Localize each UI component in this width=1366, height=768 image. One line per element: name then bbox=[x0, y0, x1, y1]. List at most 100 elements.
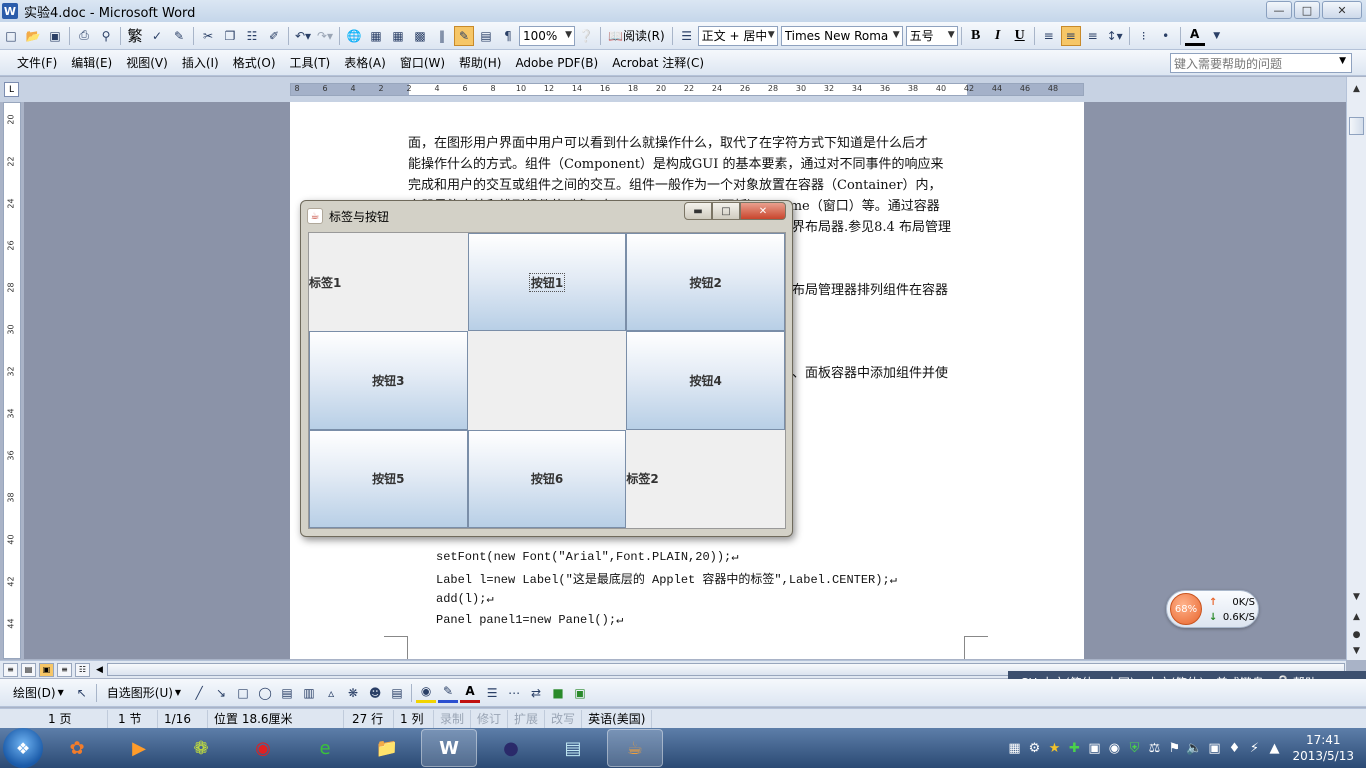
prev-page-icon[interactable]: ▲ bbox=[1349, 609, 1364, 624]
redo-icon[interactable]: ↷▾ bbox=[315, 26, 335, 46]
maximize-button[interactable]: □ bbox=[1294, 1, 1320, 19]
java-button[interactable]: 按钮4 bbox=[626, 331, 785, 430]
java-button[interactable]: 按钮2 bbox=[626, 233, 785, 332]
font-color-button[interactable]: A bbox=[1184, 26, 1205, 46]
close-button[interactable]: ✕ bbox=[1322, 1, 1362, 19]
tray-app-icon[interactable]: ♦ bbox=[1224, 741, 1244, 756]
rectangle-icon[interactable]: □ bbox=[233, 683, 253, 703]
tray-app-icon[interactable]: ✚ bbox=[1064, 741, 1084, 756]
cut-icon[interactable]: ✂ bbox=[198, 26, 218, 46]
web-view-icon[interactable]: ▤ bbox=[21, 662, 36, 677]
start-button[interactable]: ❖ bbox=[3, 728, 43, 768]
read-mode-button[interactable]: 📖 阅读(R) bbox=[605, 26, 668, 46]
minimize-button[interactable]: — bbox=[1266, 1, 1292, 19]
status-ext[interactable]: 扩展 bbox=[508, 709, 546, 728]
taskbar-media-player-icon[interactable]: ▶ bbox=[111, 729, 167, 767]
menu-adobe-pdf[interactable]: Adobe PDF(B) bbox=[508, 52, 605, 74]
draw-menu[interactable]: 绘图(D) ▼ bbox=[6, 682, 71, 704]
line-color-icon[interactable]: ✎ bbox=[438, 683, 459, 703]
vertical-textbox-icon[interactable]: ▥ bbox=[299, 683, 319, 703]
scroll-down-icon[interactable]: ▼ bbox=[1349, 589, 1364, 604]
print-preview-icon[interactable]: ⚲ bbox=[96, 26, 116, 46]
arrow-icon[interactable]: ↘ bbox=[211, 683, 231, 703]
font-size-select[interactable]: 五号 ▼ bbox=[905, 25, 958, 46]
shadow-icon[interactable]: ■ bbox=[548, 683, 568, 703]
scroll-left-icon[interactable]: ◀ bbox=[96, 665, 103, 675]
tray-power-icon[interactable]: ⚡ bbox=[1244, 741, 1264, 756]
diagram-icon[interactable]: ❋ bbox=[343, 683, 363, 703]
status-trk[interactable]: 修订 bbox=[471, 709, 509, 728]
java-button[interactable]: 按钮5 bbox=[309, 429, 468, 528]
help-search-input[interactable]: 键入需要帮助的问题 bbox=[1170, 53, 1352, 73]
tray-speaker-icon[interactable]: 🔈 bbox=[1184, 741, 1204, 756]
java-button[interactable]: 按钮1 bbox=[467, 233, 627, 332]
normal-view-icon[interactable]: ≡ bbox=[3, 662, 18, 677]
menu-format[interactable]: 格式(O) bbox=[226, 52, 283, 74]
tray-app-icon[interactable]: ⚙ bbox=[1024, 741, 1044, 756]
taskbar-app-red-icon[interactable]: ◉ bbox=[235, 729, 291, 767]
picture-icon[interactable]: ▤ bbox=[387, 683, 407, 703]
tray-flag-icon[interactable]: ⚑ bbox=[1164, 741, 1184, 756]
paste-icon[interactable]: ☷ bbox=[242, 26, 262, 46]
document-map-icon[interactable]: ▤ bbox=[476, 26, 496, 46]
zoom-select[interactable]: 100% ▼ bbox=[519, 25, 575, 46]
print-icon[interactable]: ⎙ bbox=[74, 26, 94, 46]
insert-table-icon[interactable]: ▦ bbox=[388, 26, 408, 46]
print-layout-icon[interactable]: ▣ bbox=[39, 662, 54, 677]
taskbar-notepad-icon[interactable]: ▤ bbox=[545, 729, 601, 767]
tray-star-icon[interactable]: ★ bbox=[1044, 741, 1064, 756]
styles-pane-icon[interactable]: ☰ bbox=[677, 26, 697, 46]
clock[interactable]: 17:41 2013/5/13 bbox=[1292, 732, 1354, 764]
help-icon[interactable]: ❔ bbox=[576, 26, 596, 46]
tray-app-icon[interactable]: ⚖ bbox=[1144, 741, 1164, 756]
menu-tools[interactable]: 工具(T) bbox=[283, 52, 338, 74]
menu-window[interactable]: 窗口(W) bbox=[393, 52, 452, 74]
status-rec[interactable]: 录制 bbox=[434, 709, 472, 728]
spelling-icon[interactable]: ✓ bbox=[147, 26, 167, 46]
browse-object-icon[interactable]: ● bbox=[1349, 627, 1364, 642]
oval-icon[interactable]: ◯ bbox=[255, 683, 275, 703]
columns-icon[interactable]: ‖ bbox=[432, 26, 452, 46]
font-select[interactable]: Times New Roman ▼ bbox=[780, 25, 903, 46]
taskbar-java-icon[interactable]: ☕ bbox=[607, 729, 663, 767]
align-justify-icon[interactable]: ≡ bbox=[1039, 26, 1059, 46]
fill-color-icon[interactable]: ◉ bbox=[416, 683, 437, 703]
tables-borders-icon[interactable]: ▦ bbox=[366, 26, 386, 46]
reading-view-icon[interactable]: ☷ bbox=[75, 662, 90, 677]
menu-help[interactable]: 帮助(H) bbox=[452, 52, 508, 74]
numbering-icon[interactable]: ⁝ bbox=[1134, 26, 1154, 46]
insert-excel-icon[interactable]: ▩ bbox=[410, 26, 430, 46]
new-document-icon[interactable]: □ bbox=[1, 26, 21, 46]
autoshapes-menu[interactable]: 自选图形(U) ▼ bbox=[100, 682, 188, 704]
scroll-thumb[interactable] bbox=[1349, 117, 1364, 135]
menu-insert[interactable]: 插入(I) bbox=[175, 52, 226, 74]
taskbar-word-icon[interactable]: W bbox=[421, 729, 477, 767]
java-maximize-button[interactable]: □ bbox=[712, 202, 740, 220]
open-folder-icon[interactable]: 📂 bbox=[23, 26, 43, 46]
arrow-style-icon[interactable]: ⇄ bbox=[526, 683, 546, 703]
chevron-down-icon[interactable]: ▼ bbox=[1339, 56, 1346, 66]
status-ovr[interactable]: 改写 bbox=[545, 709, 583, 728]
underline-button[interactable]: U bbox=[1010, 26, 1030, 46]
italic-button[interactable]: I bbox=[988, 26, 1008, 46]
format-painter-icon[interactable]: ✐ bbox=[264, 26, 284, 46]
taskbar-eclipse-icon[interactable]: ● bbox=[483, 729, 539, 767]
select-objects-icon[interactable]: ↖ bbox=[72, 683, 92, 703]
taskbar-app-colorful-icon[interactable]: ✿ bbox=[49, 729, 105, 767]
menu-acrobat-comments[interactable]: Acrobat 注释(C) bbox=[605, 52, 711, 74]
tray-app-icon[interactable]: ◉ bbox=[1104, 741, 1124, 756]
taskbar-ie-icon[interactable]: e bbox=[297, 729, 353, 767]
dash-style-icon[interactable]: ⋯ bbox=[504, 683, 524, 703]
next-page-icon[interactable]: ▼ bbox=[1349, 643, 1364, 658]
network-speed-widget[interactable]: 68% ↑ 0K/S ↓ 0.6K/S bbox=[1166, 590, 1259, 628]
taskbar-app-green-icon[interactable]: ❁ bbox=[173, 729, 229, 767]
menu-edit[interactable]: 编辑(E) bbox=[64, 52, 119, 74]
java-button[interactable]: 按钮6 bbox=[467, 429, 627, 528]
copy-icon[interactable]: ❐ bbox=[220, 26, 240, 46]
menu-table[interactable]: 表格(A) bbox=[337, 52, 393, 74]
textbox-icon[interactable]: ▤ bbox=[277, 683, 297, 703]
bold-button[interactable]: B bbox=[966, 26, 986, 46]
font-color-icon[interactable]: A bbox=[460, 683, 481, 703]
tray-app-icon[interactable]: ▣ bbox=[1204, 741, 1224, 756]
undo-icon[interactable]: ↶▾ bbox=[293, 26, 313, 46]
